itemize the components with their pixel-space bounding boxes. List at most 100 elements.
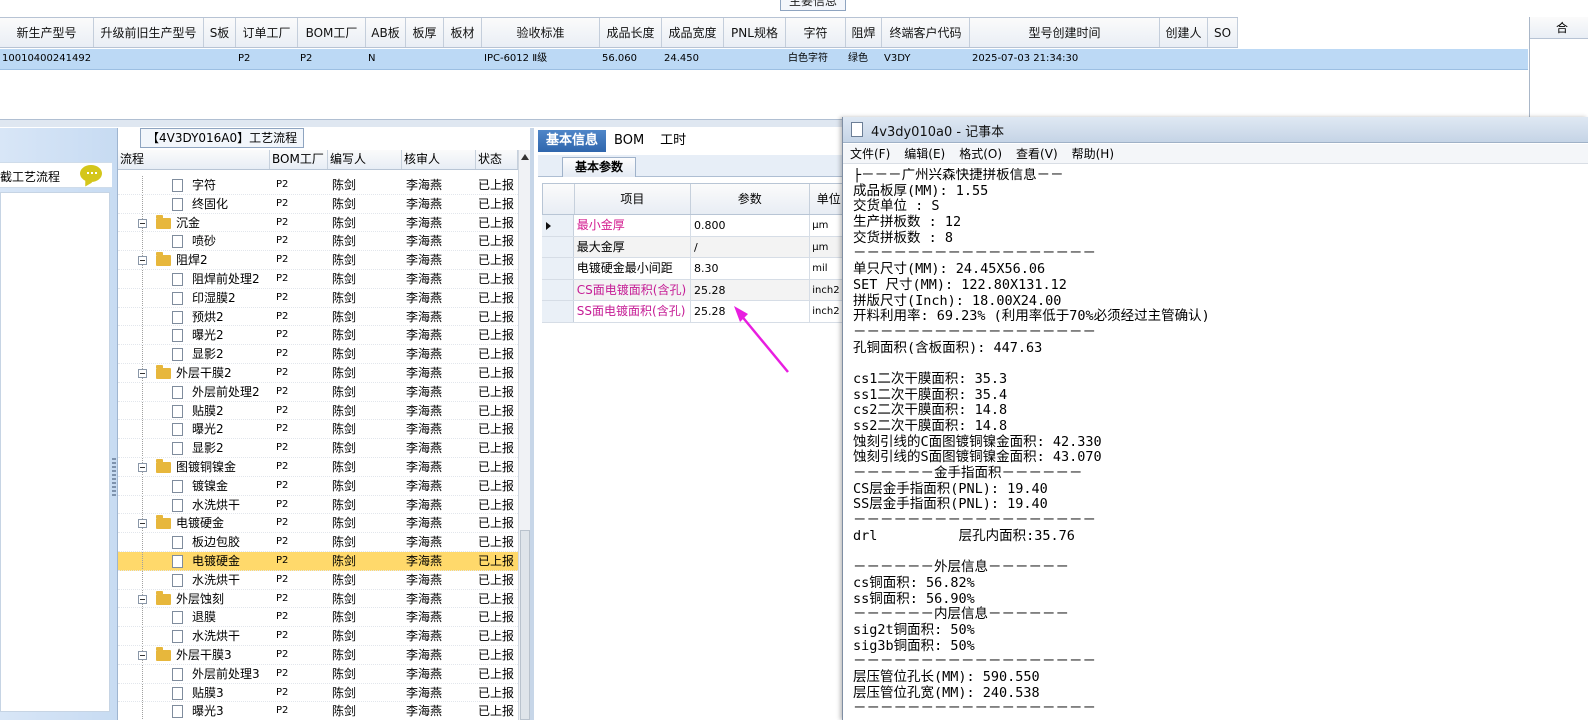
param-column-header[interactable]: 项目 (575, 184, 692, 214)
tree-row[interactable]: 板边包胶 P2 陈剑 李海燕 已上报 (118, 533, 518, 552)
column-header[interactable]: 创建人 (1160, 18, 1208, 47)
column-header[interactable]: AB板 (366, 18, 406, 47)
tree-node[interactable]: 板边包胶 (118, 533, 270, 551)
tree-row[interactable]: 预烘2 P2 陈剑 李海燕 已上报 (118, 307, 518, 327)
param-row[interactable]: SS面电镀面积(含孔) 25.28 inch2 (542, 301, 850, 323)
tree-row[interactable]: 印湿膜2 P2 陈剑 李海燕 已上报 (118, 288, 518, 308)
tree-row[interactable]: 图镀铜镍金 P2 陈剑 李海燕 已上报 (118, 457, 518, 477)
menu-item[interactable]: 编辑(E) (897, 144, 952, 163)
tree-node[interactable]: 外层干膜3 (118, 645, 270, 664)
tab-basic-info[interactable]: 基本信息 (538, 130, 607, 152)
tree-row[interactable]: 外层干膜2 P2 陈剑 李海燕 已上报 (118, 363, 518, 383)
scroll-up-icon[interactable] (521, 154, 529, 160)
param-value[interactable]: 0.800 (691, 215, 811, 236)
tree-node[interactable]: 贴膜3 (118, 683, 270, 702)
column-header[interactable]: 验收标准 (482, 18, 600, 47)
tree-row[interactable]: 外层蚀刻 P2 陈剑 李海燕 已上报 (118, 589, 518, 609)
tree-node[interactable]: 阻焊前处理2 (118, 269, 270, 288)
param-row[interactable]: 电镀硬金最小间距 8.30 mil (542, 258, 850, 280)
tree-node[interactable]: 电镀硬金 (118, 514, 270, 533)
tree-node[interactable]: 曝光3 (118, 702, 270, 720)
column-header[interactable]: 板厚 (406, 18, 444, 47)
tree-node[interactable]: 退膜 (118, 608, 270, 627)
tree-row[interactable]: 镀镍金 P2 陈剑 李海燕 已上报 (118, 476, 518, 496)
process-scrollbar[interactable] (518, 150, 530, 720)
tree-node[interactable]: 阻焊2 (118, 251, 270, 269)
tree-node[interactable]: 字符 (118, 176, 270, 194)
tree-node[interactable]: 外层蚀刻 (118, 589, 270, 608)
tree-node[interactable]: 显影2 (118, 439, 270, 457)
row-indicator[interactable] (542, 301, 574, 322)
tree-node[interactable]: 曝光2 (118, 420, 270, 439)
tab-hours[interactable]: 工时 (652, 130, 694, 152)
notepad-text-area[interactable]: ├－－－广州兴森快捷拼板信息－－ 成品板厚(MM): 1.55 交货单位 : S 生产… (853, 168, 1583, 718)
tree-node[interactable]: 外层前处理3 (118, 664, 270, 683)
tree-row[interactable]: 显影2 P2 陈剑 李海燕 已上报 (118, 439, 518, 458)
tree-node[interactable]: 曝光2 (118, 326, 270, 345)
tree-node[interactable]: 终固化 (118, 194, 270, 213)
menu-item[interactable]: 查看(V) (1009, 144, 1065, 163)
horizontal-splitter[interactable] (0, 119, 845, 127)
column-header[interactable]: 字符 (786, 18, 846, 47)
param-row[interactable]: 最大金厚 / μm (542, 236, 850, 258)
process-column-header[interactable]: 状态 (476, 150, 518, 169)
column-header[interactable]: 板材 (444, 18, 482, 47)
tree-row[interactable]: 曝光2 P2 陈剑 李海燕 已上报 (118, 420, 518, 440)
column-header[interactable]: BOM工厂 (298, 18, 366, 47)
tree-node[interactable]: 外层干膜2 (118, 363, 270, 382)
param-row[interactable]: 最小金厚 0.800 μm (542, 215, 850, 237)
tree-row[interactable]: 外层前处理3 P2 陈剑 李海燕 已上报 (118, 664, 518, 684)
tree-row[interactable]: 退膜 P2 陈剑 李海燕 已上报 (118, 608, 518, 628)
tree-row[interactable]: 电镀硬金 P2 陈剑 李海燕 已上报 (118, 551, 518, 571)
tree-row[interactable]: 外层前处理2 P2 陈剑 李海燕 已上报 (118, 382, 518, 402)
notepad-title-bar[interactable]: 4v3dy010a0 - 记事本 (843, 117, 1588, 143)
tree-node[interactable]: 沉金 (118, 213, 270, 232)
tree-row[interactable]: 沉金 P2 陈剑 李海燕 已上报 (118, 213, 518, 233)
main-info-row[interactable]: 10010400241492 P2 P2 N IPC-6012 Ⅱ级 56.060 24.4… (0, 49, 1528, 70)
tree-node[interactable]: 图镀铜镍金 (118, 457, 270, 476)
menu-item[interactable]: 文件(F) (843, 144, 897, 163)
column-header[interactable]: 升级前旧生产型号 (94, 18, 204, 47)
param-value[interactable]: 25.28 (691, 279, 811, 300)
collapse-icon[interactable] (138, 519, 147, 529)
column-header[interactable]: SO (1208, 18, 1238, 47)
menu-item[interactable]: 帮助(H) (1065, 144, 1121, 163)
column-header[interactable]: 终端客户代码 (882, 18, 970, 47)
tab-bom[interactable]: BOM (606, 130, 652, 152)
param-value[interactable]: 25.28 (691, 301, 811, 322)
row-indicator[interactable] (542, 279, 574, 300)
param-value[interactable]: / (691, 236, 811, 257)
param-value[interactable]: 8.30 (691, 258, 811, 279)
collapse-icon[interactable] (138, 368, 147, 378)
process-column-header[interactable]: 编写人 (328, 150, 402, 169)
tree-node[interactable]: 印湿膜2 (118, 288, 270, 307)
collapse-icon[interactable] (138, 256, 147, 266)
tab-basic-params[interactable]: 基本参数 (562, 157, 637, 177)
param-column-header[interactable]: 参数 (691, 184, 810, 214)
tree-node[interactable]: 预烘2 (118, 307, 270, 326)
tree-row[interactable]: 水洗烘干 P2 陈剑 李海燕 已上报 (118, 495, 518, 515)
tree-row[interactable]: 贴膜2 P2 陈剑 李海燕 已上报 (118, 401, 518, 421)
tree-node[interactable]: 显影2 (118, 345, 270, 363)
tree-row[interactable]: 字符 P2 陈剑 李海燕 已上报 (118, 176, 518, 195)
column-header[interactable]: 成品长度 (600, 18, 662, 47)
tree-row[interactable]: 喷砂 P2 陈剑 李海燕 已上报 (118, 232, 518, 252)
tree-row[interactable]: 水洗烘干 P2 陈剑 李海燕 已上报 (118, 570, 518, 590)
row-indicator[interactable] (542, 215, 574, 236)
collapse-icon[interactable] (138, 218, 147, 228)
tree-row[interactable]: 外层干膜3 P2 陈剑 李海燕 已上报 (118, 645, 518, 665)
tree-node[interactable]: 水洗烘干 (118, 495, 270, 514)
column-header[interactable]: 新生产型号 (0, 18, 94, 47)
row-indicator[interactable] (542, 236, 574, 257)
tree-row[interactable]: 电镀硬金 P2 陈剑 李海燕 已上报 (118, 514, 518, 534)
menu-item[interactable]: 格式(O) (952, 144, 1009, 163)
column-header[interactable]: 订单工厂 (236, 18, 298, 47)
tree-node[interactable]: 贴膜2 (118, 401, 270, 420)
column-header[interactable]: PNL规格 (724, 18, 786, 47)
collapse-icon[interactable] (138, 462, 147, 472)
tree-row[interactable]: 终固化 P2 陈剑 李海燕 已上报 (118, 194, 518, 214)
tree-node[interactable]: 电镀硬金 (118, 551, 270, 570)
column-header[interactable]: 型号创建时间 (970, 18, 1160, 47)
tree-node[interactable]: 喷砂 (118, 232, 270, 251)
tree-row[interactable]: 阻焊2 P2 陈剑 李海燕 已上报 (118, 251, 518, 270)
